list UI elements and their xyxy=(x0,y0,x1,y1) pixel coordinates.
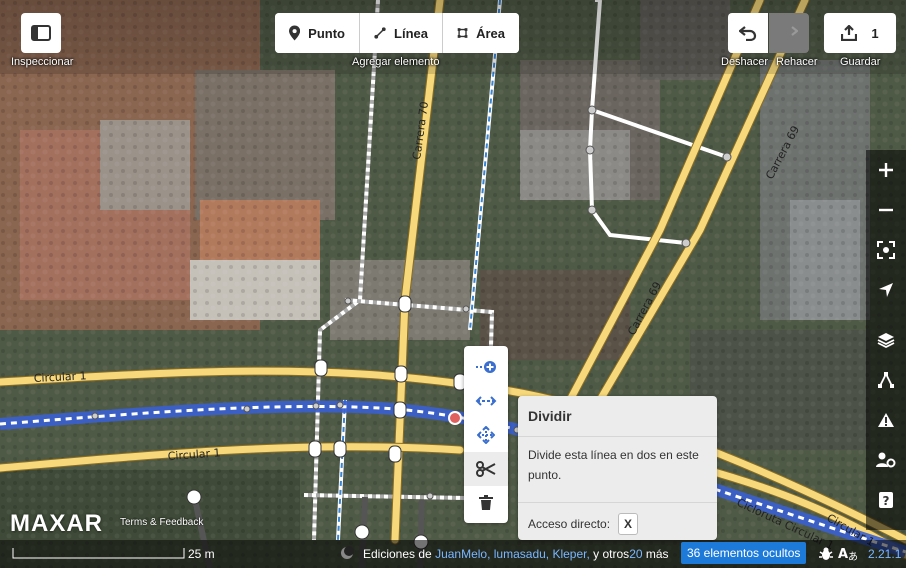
save-label: Guardar xyxy=(840,56,881,68)
shortcut-label: Acceso directo: xyxy=(528,517,611,531)
svg-text:?: ? xyxy=(883,494,890,508)
tooltip-shortcut: Acceso directo: X xyxy=(518,502,717,545)
line-icon xyxy=(374,27,386,39)
delete-button[interactable] xyxy=(464,486,508,520)
scissors-icon xyxy=(476,461,496,477)
add-line-button[interactable]: Línea xyxy=(359,13,442,53)
inspect-button[interactable] xyxy=(21,13,61,53)
issues-button[interactable] xyxy=(866,400,906,440)
add-area-label: Área xyxy=(476,25,505,41)
zoom-out-button[interactable] xyxy=(866,190,906,230)
add-area-button[interactable]: Área xyxy=(442,13,519,53)
focus-icon xyxy=(877,241,895,259)
trash-icon xyxy=(479,495,493,510)
zoom-in-button[interactable] xyxy=(866,150,906,190)
others-prefix: y otros xyxy=(593,547,630,561)
inspect-label: Inspeccionar xyxy=(11,56,74,68)
others-count[interactable]: 20 xyxy=(629,547,642,561)
point-icon xyxy=(289,25,301,41)
redo-icon xyxy=(791,26,798,36)
map-data-button[interactable] xyxy=(866,360,906,400)
hidden-features-badge[interactable]: 36 elementos ocultos xyxy=(681,542,807,564)
minus-icon xyxy=(879,208,893,212)
map-data-icon xyxy=(878,371,894,388)
zoom-to-selection-button[interactable] xyxy=(866,230,906,270)
edits-prefix: Ediciones de xyxy=(363,547,432,561)
svg-text:A: A xyxy=(838,547,848,562)
move-button[interactable] xyxy=(464,418,508,452)
moon-icon xyxy=(341,546,354,559)
user-settings-icon xyxy=(876,452,896,468)
scale-bar[interactable] xyxy=(12,546,187,560)
operation-tooltip: Dividir Divide esta línea en dos en este… xyxy=(518,396,717,540)
save-button[interactable]: 1 xyxy=(824,13,896,53)
add-feature-label: Agregar elemento xyxy=(352,56,440,68)
help-button[interactable]: ? xyxy=(866,480,906,520)
shortcut-key: X xyxy=(618,513,639,535)
area-icon xyxy=(457,28,468,38)
redo-button[interactable] xyxy=(769,13,809,53)
scale-label: 25 m xyxy=(188,547,215,561)
undo-icon xyxy=(739,26,757,41)
svg-text:あ: あ xyxy=(848,551,858,563)
add-point-label: Punto xyxy=(308,25,345,41)
svg-text:Circular 1: Circular 1 xyxy=(33,369,86,385)
contributor-links[interactable]: JuanMelo, lumasadu, Kleper, xyxy=(435,547,590,561)
move-icon xyxy=(477,426,495,444)
add-node-icon xyxy=(476,361,496,373)
tooltip-description: Divide esta línea en dos en este punto. xyxy=(528,448,699,482)
help-icon: ? xyxy=(879,492,893,508)
version-link[interactable]: 2.21.1 xyxy=(868,547,901,561)
plus-icon xyxy=(879,163,893,177)
straighten-icon xyxy=(475,396,497,406)
imagery-logo: MAXAR xyxy=(10,510,103,537)
split-button[interactable] xyxy=(464,452,508,486)
background-button[interactable] xyxy=(866,320,906,360)
location-arrow-icon xyxy=(879,283,893,297)
bug-icon[interactable] xyxy=(818,546,834,562)
add-mode-group: Punto Línea Área xyxy=(275,13,519,53)
warning-icon xyxy=(878,413,894,427)
geolocate-button[interactable] xyxy=(866,270,906,310)
add-line-label: Línea xyxy=(394,25,428,41)
contributors: Ediciones de JuanMelo, lumasadu, Kleper,… xyxy=(363,547,669,561)
map-canvas[interactable]: Circular 1 Circular 1 Circular 1 Carrera… xyxy=(0,0,906,568)
tooltip-title: Dividir xyxy=(518,396,717,437)
straighten-button[interactable] xyxy=(464,384,508,418)
layers-icon xyxy=(877,333,895,348)
undo-label: Deshacer xyxy=(721,56,769,68)
others-suffix: más xyxy=(645,547,669,561)
upload-icon xyxy=(841,25,858,41)
imagery-terms-link[interactable]: Terms & Feedback xyxy=(120,517,203,528)
undo-button[interactable] xyxy=(728,13,768,53)
save-count: 1 xyxy=(871,25,879,41)
edit-menu xyxy=(464,346,508,523)
preferences-button[interactable] xyxy=(866,440,906,480)
redo-label: Rehacer xyxy=(776,56,818,68)
sidebar-toggle-icon xyxy=(31,25,51,41)
translate-icon[interactable]: A あ xyxy=(838,545,858,563)
add-node-button[interactable] xyxy=(464,350,508,384)
add-point-button[interactable]: Punto xyxy=(275,13,359,53)
